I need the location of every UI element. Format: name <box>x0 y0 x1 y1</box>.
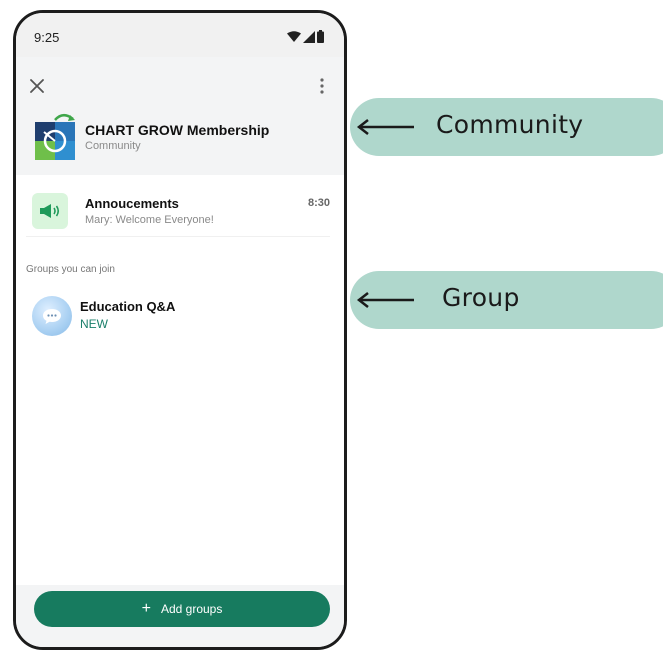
community-callout-label: Community <box>436 110 584 139</box>
battery-icon <box>317 30 324 43</box>
phone-frame: 9:25 CHART GROW Membership Community Ann… <box>13 10 347 650</box>
more-options-button[interactable] <box>314 75 330 97</box>
add-groups-button[interactable]: + Add groups <box>34 591 330 627</box>
arrow-left-icon <box>356 119 414 135</box>
announcements-title: Annoucements <box>85 196 179 211</box>
status-bar: 9:25 <box>16 13 344 57</box>
groups-section-label: Groups you can join <box>26 264 115 275</box>
more-vert-icon <box>320 78 324 94</box>
status-time: 9:25 <box>34 30 60 45</box>
group-avatar <box>32 296 72 336</box>
group-new-badge: NEW <box>80 317 108 331</box>
group-item-education-qa[interactable]: Education Q&A NEW <box>16 291 344 351</box>
community-logo <box>35 114 75 160</box>
community-subtitle: Community <box>85 140 141 152</box>
announcements-preview: Mary: Welcome Everyone! <box>85 214 214 226</box>
close-icon <box>30 79 44 93</box>
status-icons <box>287 30 324 43</box>
announcements-time: 8:30 <box>307 197 330 209</box>
community-item[interactable]: CHART GROW Membership Community <box>16 108 344 172</box>
group-callout: Group <box>350 271 663 329</box>
megaphone-icon <box>40 204 60 218</box>
divider <box>26 236 330 237</box>
announcements-icon-tile <box>32 193 68 229</box>
arrow-left-icon <box>356 292 414 308</box>
group-title: Education Q&A <box>80 299 176 314</box>
wifi-icon <box>287 30 301 42</box>
community-name: CHART GROW Membership <box>85 122 270 138</box>
announcements-item[interactable]: Annoucements Mary: Welcome Everyone! 8:3… <box>16 187 344 241</box>
plus-icon: + <box>141 600 151 617</box>
chat-bubble-icon <box>43 308 61 324</box>
signal-icon <box>303 30 315 43</box>
community-callout: Community <box>350 98 663 156</box>
close-button[interactable] <box>26 75 48 97</box>
group-callout-label: Group <box>442 283 520 312</box>
add-groups-label: Add groups <box>160 602 223 616</box>
